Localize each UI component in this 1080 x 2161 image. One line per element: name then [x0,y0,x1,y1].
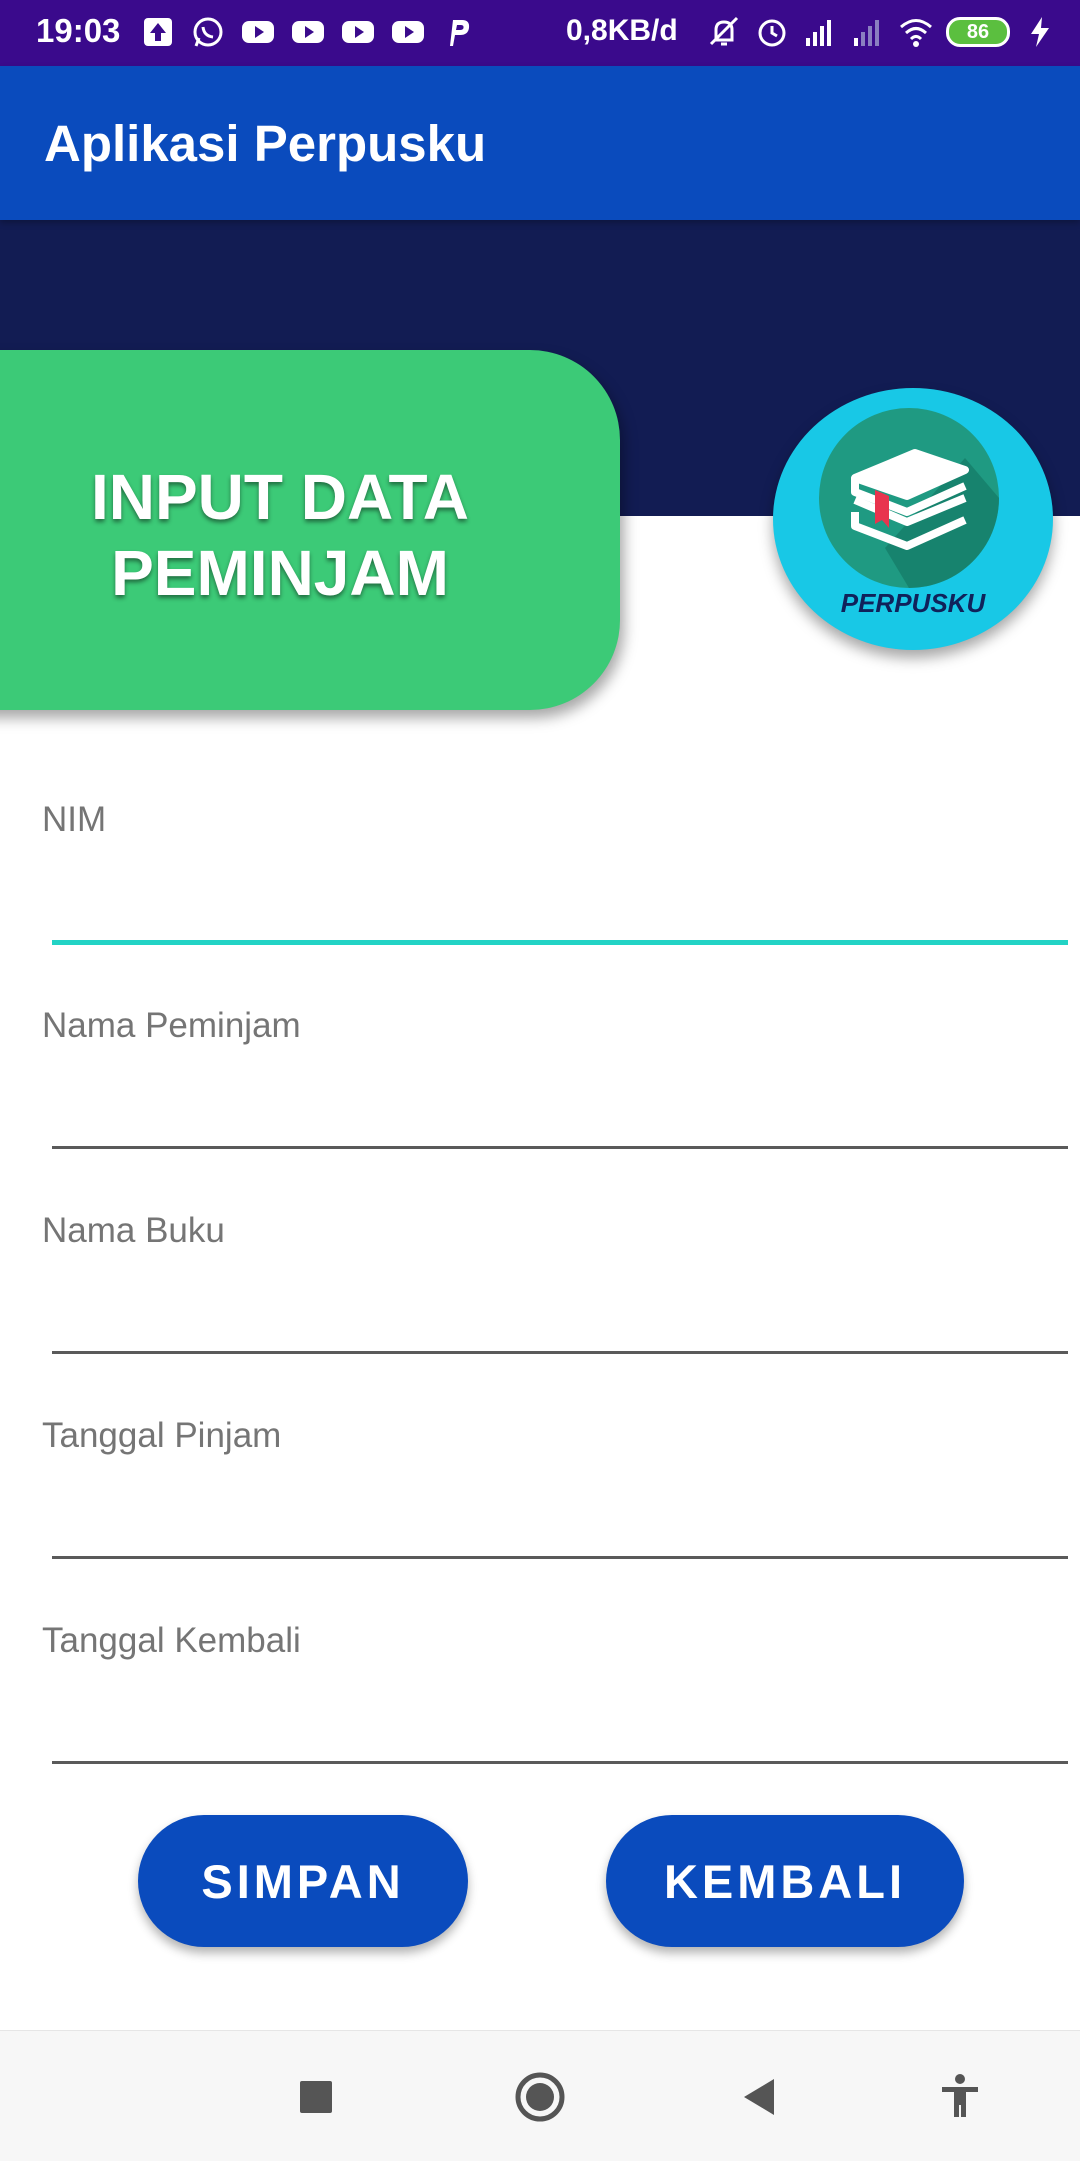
signal-icon [806,20,831,46]
battery-level: 86 [966,21,990,43]
charging-icon [1031,17,1049,47]
save-button[interactable]: SIMPAN [138,1815,468,1947]
nama-peminjam-underline [52,1146,1068,1149]
accessibility-icon[interactable] [930,2067,990,2127]
youtube-icon [342,21,374,43]
tanggal-kembali-label: Tanggal Kembali [42,1621,301,1660]
battery-icon: 86 [946,17,1010,47]
logo-text: PERPUSKU [840,588,986,618]
status-time: 19:03 [36,12,121,49]
tanggal-kembali-input[interactable] [52,1681,1072,1743]
app-title: Aplikasi Perpusku [44,115,487,172]
home-circle-icon[interactable] [510,2067,570,2127]
nim-label: NIM [42,800,107,839]
nama-buku-underline [52,1351,1068,1354]
nim-underline [52,940,1068,945]
title-banner: INPUT DATA PEMINJAM [0,350,620,710]
nim-input[interactable] [52,860,1072,922]
upload-icon [144,18,172,46]
signal-icon [854,20,879,46]
nama-peminjam-input[interactable] [52,1066,1072,1128]
back-button[interactable]: KEMBALI [606,1815,964,1947]
navigation-bar [0,2030,1080,2161]
mute-icon [709,16,739,46]
youtube-icon [292,21,324,43]
tanggal-pinjam-label: Tanggal Pinjam [42,1416,282,1455]
p-app-icon [450,20,470,46]
tanggal-pinjam-underline [52,1556,1068,1559]
status-bar: 19:03 0,8KB/d 86 [0,0,1080,66]
wifi-icon [900,19,932,47]
banner-title-line2: PEMINJAM [111,537,449,609]
nama-buku-input[interactable] [52,1271,1072,1333]
nama-buku-label: Nama Buku [42,1211,225,1250]
tanggal-kembali-underline [52,1761,1068,1764]
nama-peminjam-label: Nama Peminjam [42,1006,301,1045]
banner-title-line1: INPUT DATA [90,461,470,533]
app-bar: Aplikasi Perpusku [0,66,1080,220]
alarm-icon [758,19,786,47]
back-triangle-icon[interactable] [730,2067,790,2127]
tanggal-pinjam-input[interactable] [52,1476,1072,1538]
notification-icons [140,14,476,50]
system-icons: 86 [706,12,1058,52]
network-speed: 0,8KB/d [566,14,678,47]
youtube-icon [392,21,424,43]
perpusku-logo: PERPUSKU [773,388,1053,650]
youtube-icon [242,21,274,43]
whatsapp-icon [193,17,223,47]
books-icon [819,408,999,588]
recents-square-icon[interactable] [286,2067,346,2127]
